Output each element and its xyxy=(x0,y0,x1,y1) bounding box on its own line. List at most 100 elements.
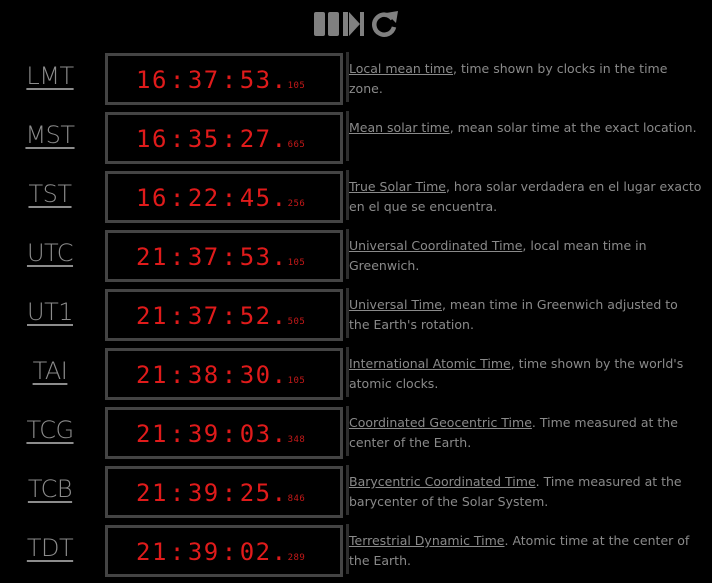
hours: 21 xyxy=(136,302,168,330)
time-abbr-link[interactable]: TCB xyxy=(0,475,100,503)
minutes: 35 xyxy=(187,125,220,153)
time-row-tst: TST 16:22:45.256 True Solar Time, hora s… xyxy=(0,170,712,229)
hours: 16 xyxy=(136,66,168,94)
milliseconds: 348 xyxy=(287,435,306,445)
milliseconds: 505 xyxy=(287,317,306,327)
clock-display: 16:22:45.256 xyxy=(105,171,343,223)
description-link[interactable]: Universal Time xyxy=(349,297,442,312)
pause-icon xyxy=(314,12,339,36)
step-button[interactable] xyxy=(342,8,366,40)
hours: 16 xyxy=(136,184,168,212)
colon-separator: : xyxy=(169,479,186,507)
time-abbr-link[interactable]: TST xyxy=(0,180,100,208)
minutes: 22 xyxy=(187,184,220,212)
colon-separator: : xyxy=(169,184,186,212)
seconds: 53 xyxy=(239,243,272,271)
time-abbr-link[interactable]: UT1 xyxy=(0,298,100,326)
time-row-tai: TAI 21:38:30.105 International Atomic Ti… xyxy=(0,347,712,406)
step-forward-icon xyxy=(343,12,364,36)
minutes: 39 xyxy=(187,538,220,566)
colon-separator: : xyxy=(169,538,186,566)
clock-time: 16:22:45.256 xyxy=(136,184,305,218)
colon-separator: : xyxy=(221,184,238,212)
time-row-tdt: TDT 21:39:02.289 Terrestrial Dynamic Tim… xyxy=(0,524,712,583)
milliseconds: 105 xyxy=(287,81,306,91)
clock-display: 21:39:02.289 xyxy=(105,525,343,577)
milliseconds: 289 xyxy=(287,553,306,563)
clock-time: 16:35:27.665 xyxy=(136,125,305,159)
seconds: 52 xyxy=(239,302,272,330)
reload-icon xyxy=(372,11,398,37)
time-description: True Solar Time, hora solar verdadera en… xyxy=(346,170,702,220)
milliseconds: 256 xyxy=(287,199,306,209)
minutes: 37 xyxy=(187,66,220,94)
decimal-point: . xyxy=(271,243,288,271)
colon-separator: : xyxy=(169,125,186,153)
time-abbr-link[interactable]: TDT xyxy=(0,534,100,562)
hours: 21 xyxy=(136,538,168,566)
colon-separator: : xyxy=(169,66,186,94)
seconds: 03 xyxy=(239,420,272,448)
time-abbr-link[interactable]: LMT xyxy=(0,62,100,90)
colon-separator: : xyxy=(221,243,238,271)
time-row-lmt: LMT 16:37:53.105 Local mean time, time s… xyxy=(0,52,712,111)
hours: 21 xyxy=(136,420,168,448)
colon-separator: : xyxy=(221,66,238,94)
decimal-point: . xyxy=(271,361,288,389)
time-description: Universal Coordinated Time, local mean t… xyxy=(346,229,702,279)
seconds: 02 xyxy=(239,538,272,566)
description-link[interactable]: Local mean time xyxy=(349,61,453,76)
pause-button[interactable] xyxy=(312,8,342,40)
time-row-utc: UTC 21:37:53.105 Universal Coordinated T… xyxy=(0,229,712,288)
clock-time: 16:37:53.105 xyxy=(136,66,305,100)
colon-separator: : xyxy=(221,361,238,389)
time-abbr-link[interactable]: TAI xyxy=(0,357,100,385)
description-link[interactable]: International Atomic Time xyxy=(349,356,511,371)
clock-display: 21:39:03.348 xyxy=(105,407,343,459)
description-link[interactable]: Universal Coordinated Time xyxy=(349,238,522,253)
milliseconds: 846 xyxy=(287,494,306,504)
colon-separator: : xyxy=(221,420,238,448)
colon-separator: : xyxy=(221,125,238,153)
colon-separator: : xyxy=(221,538,238,566)
description-link[interactable]: Coordinated Geocentric Time xyxy=(349,415,532,430)
clock-time: 21:37:52.505 xyxy=(136,302,305,336)
colon-separator: : xyxy=(169,420,186,448)
time-abbr-link[interactable]: TCG xyxy=(0,416,100,444)
time-abbr-link[interactable]: UTC xyxy=(0,239,100,267)
minutes: 39 xyxy=(187,479,220,507)
minutes: 37 xyxy=(187,243,220,271)
colon-separator: : xyxy=(169,361,186,389)
time-description: Coordinated Geocentric Time. Time measur… xyxy=(346,406,702,456)
clock-display: 16:37:53.105 xyxy=(105,53,343,105)
description-link[interactable]: Barycentric Coordinated Time xyxy=(349,474,536,489)
time-row-tcg: TCG 21:39:03.348 Coordinated Geocentric … xyxy=(0,406,712,465)
time-scale-list: LMT 16:37:53.105 Local mean time, time s… xyxy=(0,52,712,583)
description-text: , mean solar time at the exact location. xyxy=(449,120,697,135)
reload-button[interactable] xyxy=(370,8,400,40)
playback-toolbar xyxy=(0,8,712,40)
time-description: Mean solar time, mean solar time at the … xyxy=(346,111,702,161)
colon-separator: : xyxy=(169,302,186,330)
decimal-point: . xyxy=(271,479,288,507)
milliseconds: 105 xyxy=(287,376,306,386)
decimal-point: . xyxy=(271,125,288,153)
milliseconds: 665 xyxy=(287,140,306,150)
time-description: Universal Time, mean time in Greenwich a… xyxy=(346,288,702,338)
time-description: Local mean time, time shown by clocks in… xyxy=(346,52,702,102)
decimal-point: . xyxy=(271,420,288,448)
decimal-point: . xyxy=(271,538,288,566)
time-abbr-link[interactable]: MST xyxy=(0,121,100,149)
clock-time: 21:39:25.846 xyxy=(136,479,305,513)
time-row-mst: MST 16:35:27.665 Mean solar time, mean s… xyxy=(0,111,712,170)
minutes: 38 xyxy=(187,361,220,389)
seconds: 45 xyxy=(239,184,272,212)
description-link[interactable]: True Solar Time xyxy=(349,179,446,194)
description-link[interactable]: Mean solar time xyxy=(349,120,450,135)
description-link[interactable]: Terrestrial Dynamic Time xyxy=(349,533,505,548)
hours: 21 xyxy=(136,243,168,271)
minutes: 37 xyxy=(187,302,220,330)
hours: 21 xyxy=(136,479,168,507)
seconds: 53 xyxy=(239,66,272,94)
colon-separator: : xyxy=(221,479,238,507)
